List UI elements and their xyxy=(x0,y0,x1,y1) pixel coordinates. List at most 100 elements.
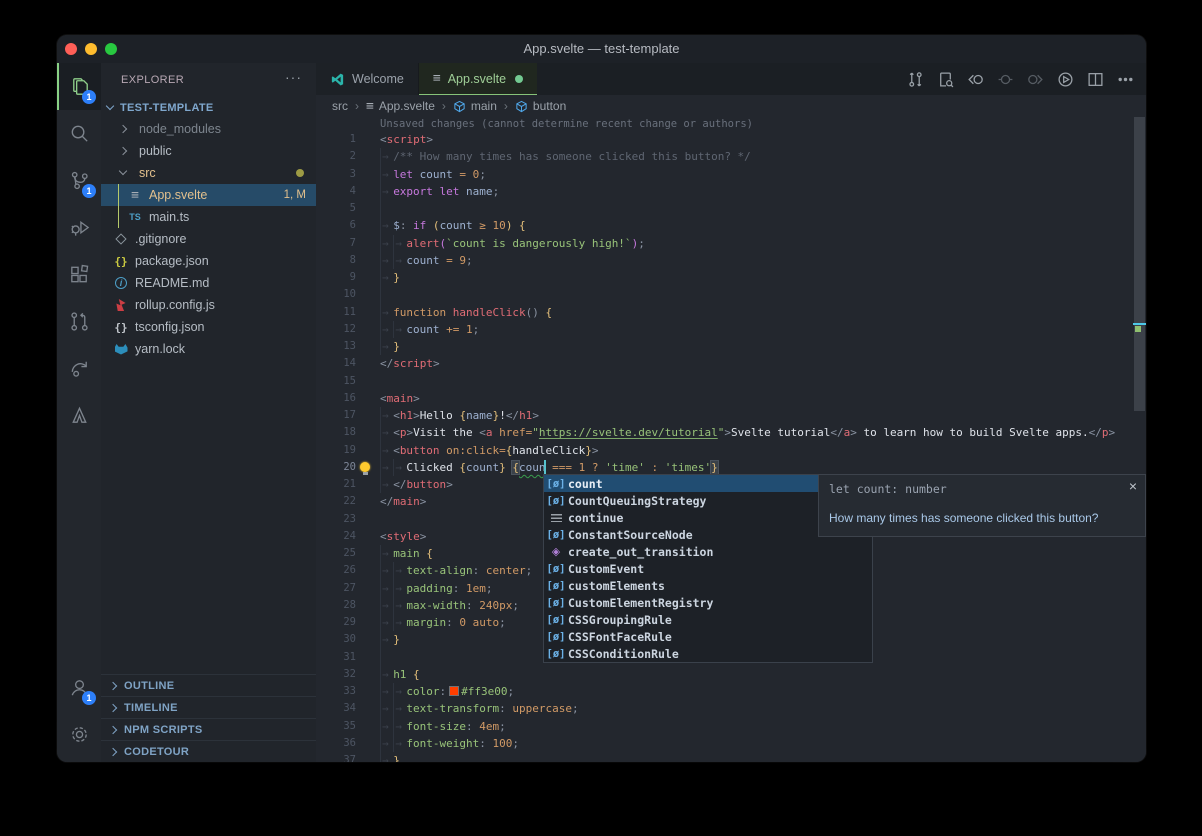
activity-extensions[interactable] xyxy=(57,251,101,298)
more-actions-icon[interactable]: ··· xyxy=(285,69,302,85)
tree-item-node-modules[interactable]: node_modules xyxy=(101,118,316,140)
activity-accounts[interactable]: 1 xyxy=(57,664,101,711)
token: font-weight xyxy=(406,737,479,750)
tree-item-yarn-lock[interactable]: yarn.lock xyxy=(101,338,316,360)
variable-icon: [ø] xyxy=(544,580,568,592)
activity-source-control[interactable]: 1 xyxy=(57,157,101,204)
code-line[interactable]: 1<script> xyxy=(316,131,1146,148)
whitespace-tab-arrow: → xyxy=(380,459,393,476)
tree-item-readme-md[interactable]: iREADME.md xyxy=(101,272,316,294)
code-line[interactable]: 16<main> xyxy=(316,390,1146,407)
token: ; xyxy=(572,702,579,715)
suggest-item-cssfontfacerule[interactable]: [ø]CSSFontFaceRule xyxy=(544,628,872,645)
tree-item-tsconfig-json[interactable]: {}tsconfig.json xyxy=(101,316,316,338)
tree-item-main-ts[interactable]: TSmain.ts xyxy=(101,206,316,228)
titlebar[interactable]: App.svelte — test-template xyxy=(57,35,1146,63)
editor-scrollbar[interactable] xyxy=(1133,117,1146,762)
activity-live-share[interactable] xyxy=(57,345,101,392)
code-line[interactable]: 32→h1 { xyxy=(316,666,1146,683)
close-icon[interactable]: × xyxy=(1129,478,1137,494)
code-line[interactable]: 9→} xyxy=(316,269,1146,286)
activity-search[interactable] xyxy=(57,110,101,157)
tree-item-src[interactable]: src xyxy=(101,162,316,184)
compare-changes-button[interactable] xyxy=(900,63,930,95)
suggest-item-customevent[interactable]: [ø]CustomEvent xyxy=(544,560,872,577)
suggest-item-cssconditionrule[interactable]: [ø]CSSConditionRule xyxy=(544,645,872,662)
section-outline[interactable]: OUTLINE xyxy=(101,674,316,696)
code-line[interactable]: 11→function handleClick() { xyxy=(316,304,1146,321)
yarn-icon xyxy=(115,344,128,355)
whitespace-tab-arrow: → xyxy=(380,666,393,683)
activity-azure[interactable] xyxy=(57,392,101,439)
line-content: →→max-width: 240px; xyxy=(380,597,519,614)
activity-settings[interactable] xyxy=(57,711,101,758)
code-line[interactable]: 34→→text-transform: uppercase; xyxy=(316,700,1146,717)
code-line[interactable]: 36→→font-weight: 100; xyxy=(316,735,1146,752)
tree-item-public[interactable]: public xyxy=(101,140,316,162)
tab-welcome[interactable]: Welcome xyxy=(316,63,419,95)
section-codetour[interactable]: CODETOUR xyxy=(101,740,316,762)
back-circle-icon xyxy=(967,71,984,88)
lightbulb-icon[interactable] xyxy=(360,462,370,472)
line-number: 2 xyxy=(316,148,380,165)
code-line[interactable]: 14</script> xyxy=(316,355,1146,372)
run-code-button[interactable] xyxy=(1050,63,1080,95)
code-line[interactable]: 19→<button on:click={handleClick}> xyxy=(316,442,1146,459)
scrollbar-slider[interactable] xyxy=(1134,117,1145,411)
code-line[interactable]: 33→→color:#ff3e00; xyxy=(316,683,1146,700)
whitespace-tab-arrow: → xyxy=(393,718,406,735)
code-line[interactable]: 18→<p>Visit the <a href="https://svelte.… xyxy=(316,424,1146,441)
split-editor-button[interactable] xyxy=(1080,63,1110,95)
suggest-item-customelementregistry[interactable]: [ø]CustomElementRegistry xyxy=(544,594,872,611)
more-actions-button[interactable] xyxy=(1110,63,1140,95)
breadcrumb-item-app-svelte[interactable]: ≡App.svelte xyxy=(366,99,435,114)
token: < xyxy=(380,392,387,405)
tree-item-rollup-config-js[interactable]: rollup.config.js xyxy=(101,294,316,316)
activity-run-debug[interactable] xyxy=(57,204,101,251)
tree-root-test-template[interactable]: TEST-TEMPLATE xyxy=(101,98,316,118)
suggest-item-cssgroupingrule[interactable]: [ø]CSSGroupingRule xyxy=(544,611,872,628)
line-content xyxy=(380,649,393,666)
code-line[interactable]: 4→export let name; xyxy=(316,183,1146,200)
suggest-item-create_out_transition[interactable]: ◈create_out_transition xyxy=(544,543,872,560)
code-line[interactable]: 2→/** How many times has someone clicked… xyxy=(316,148,1146,165)
code-line[interactable]: 35→→font-size: 4em; xyxy=(316,718,1146,735)
whitespace-tab-arrow: → xyxy=(393,683,406,700)
tree-item--gitignore[interactable]: .gitignore xyxy=(101,228,316,250)
token: } xyxy=(585,444,592,457)
whitespace-tab-arrow: → xyxy=(380,321,393,338)
current-button[interactable] xyxy=(990,63,1020,95)
code-line[interactable]: 15 xyxy=(316,373,1146,390)
code-editor[interactable]: Unsaved changes (cannot determine recent… xyxy=(316,117,1146,762)
code-line[interactable]: 3→let count = 0; xyxy=(316,166,1146,183)
code-line[interactable]: 17→<h1>Hello {name}!</h1> xyxy=(316,407,1146,424)
code-line[interactable]: 13→} xyxy=(316,338,1146,355)
code-line[interactable]: 37→} xyxy=(316,752,1146,762)
sidebar-title: EXPLORER xyxy=(121,74,184,86)
suggest-item-customelements[interactable]: [ø]customElements xyxy=(544,577,872,594)
token: </ xyxy=(393,478,406,491)
code-line[interactable]: 8→→count = 9; xyxy=(316,252,1146,269)
braces-white-icon: {} xyxy=(113,321,129,334)
open-preview-button[interactable] xyxy=(930,63,960,95)
whitespace-tab-arrow: → xyxy=(393,580,406,597)
code-line[interactable]: 10 xyxy=(316,286,1146,303)
forward-button[interactable] xyxy=(1020,63,1050,95)
tab-app-svelte[interactable]: ≡App.svelte xyxy=(419,63,537,95)
tree-item-app-svelte[interactable]: ≡App.svelte1, M xyxy=(101,184,316,206)
section-timeline[interactable]: TIMELINE xyxy=(101,696,316,718)
tree-item-package-json[interactable]: {}package.json xyxy=(101,250,316,272)
code-line[interactable]: 7→→alert(`count is dangerously high!`); xyxy=(316,235,1146,252)
breadcrumb-item-button[interactable]: button xyxy=(515,99,566,113)
code-line[interactable]: 6→$: if (count ≥ 10) { xyxy=(316,217,1146,234)
token: > xyxy=(850,426,857,439)
breadcrumb-item-src[interactable]: src xyxy=(332,99,348,113)
activity-pull-requests[interactable] xyxy=(57,298,101,345)
code-line[interactable]: 5 xyxy=(316,200,1146,217)
breadcrumb-item-main[interactable]: main xyxy=(453,99,497,113)
activity-explorer[interactable]: 1 xyxy=(57,63,101,110)
section-npm-scripts[interactable]: NPM SCRIPTS xyxy=(101,718,316,740)
back-button[interactable] xyxy=(960,63,990,95)
code-line[interactable]: 12→→count += 1; xyxy=(316,321,1146,338)
variable-icon: [ø] xyxy=(544,648,568,660)
